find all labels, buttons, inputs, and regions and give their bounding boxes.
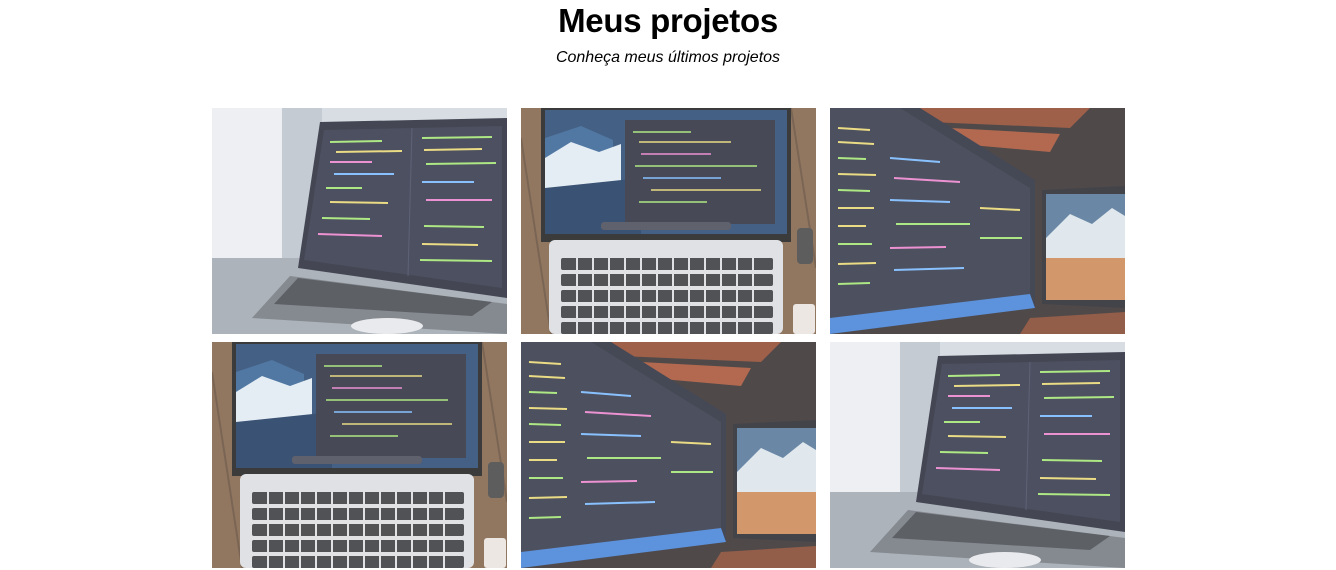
project-card-5[interactable] xyxy=(521,342,816,568)
project-card-1[interactable] xyxy=(212,108,507,334)
page-title: Meus projetos xyxy=(558,2,778,39)
project-card-3[interactable] xyxy=(830,108,1125,334)
project-card-6[interactable] xyxy=(830,342,1125,568)
laptop-side-code-photo xyxy=(830,342,1125,568)
macbook-top-keyboard-photo xyxy=(212,342,507,568)
monitor-code-mountain-photo xyxy=(830,108,1125,334)
laptop-side-code-photo xyxy=(212,108,507,334)
macbook-top-keyboard-photo xyxy=(521,108,816,334)
project-card-4[interactable] xyxy=(212,342,507,568)
projects-gallery xyxy=(212,108,1125,570)
page-subtitle: Conheça meus últimos projetos xyxy=(555,49,781,66)
project-card-2[interactable] xyxy=(521,108,816,334)
monitor-code-mountain-photo xyxy=(521,342,816,568)
